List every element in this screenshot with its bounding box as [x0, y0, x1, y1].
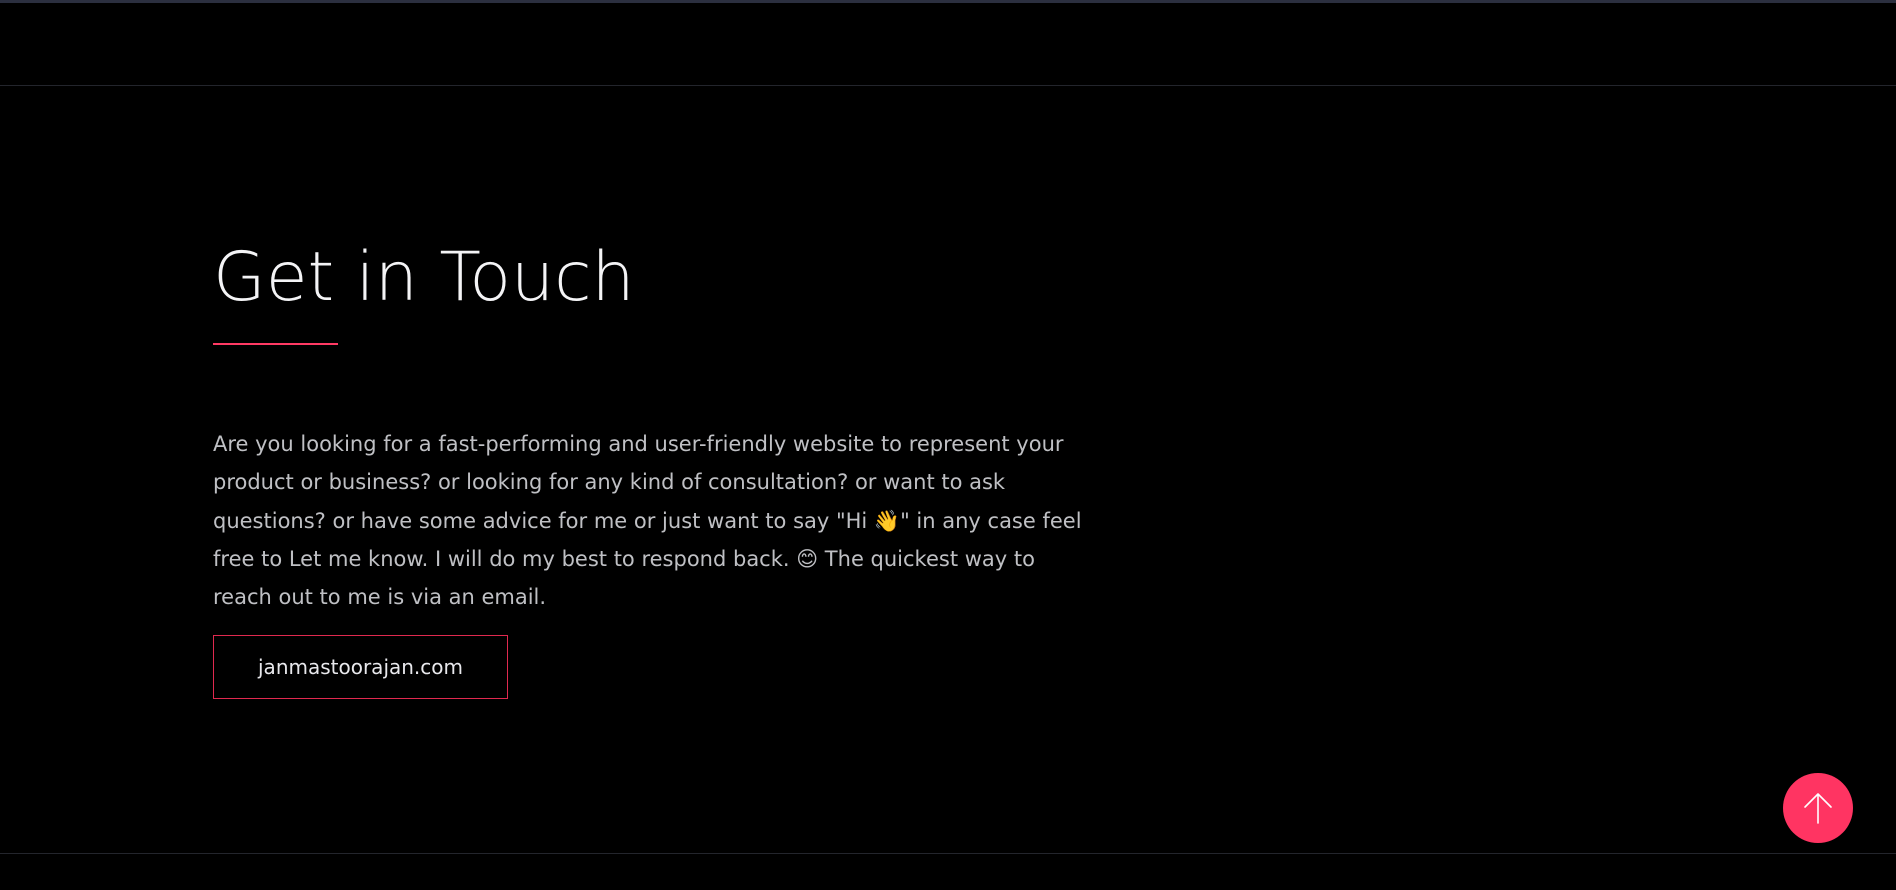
email-button[interactable]: janmastoorajan.com: [213, 635, 508, 700]
section-title: Get in Touch: [213, 238, 635, 317]
top-border: [0, 0, 1896, 3]
contact-section: Get in Touch Are you looking for a fast-…: [213, 228, 1093, 700]
title-underline: [213, 343, 338, 345]
section-divider-bottom: [0, 853, 1896, 854]
arrow-up-icon: [1804, 793, 1832, 824]
section-divider-top: [0, 85, 1896, 86]
contact-intro-text: Are you looking for a fast-performing an…: [213, 432, 1082, 610]
scroll-to-top-button[interactable]: [1783, 773, 1853, 843]
